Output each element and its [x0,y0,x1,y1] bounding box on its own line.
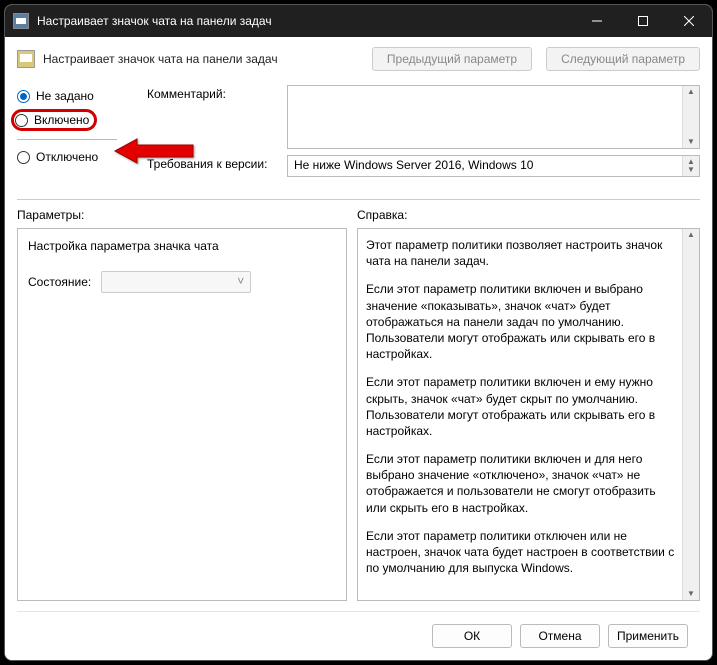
minimize-button[interactable] [574,5,620,37]
policy-header-title: Настраивает значок чата на панели задач [43,52,358,66]
help-text: Если этот параметр политики включен и ем… [366,374,677,439]
radio-enabled[interactable]: Включено [13,111,95,129]
param-title: Настройка параметра значка чата [28,239,336,253]
help-text: Если этот параметр политики включен и вы… [366,281,677,362]
scroll-down-icon: ▼ [687,166,695,174]
help-text: Если этот параметр политики отключен или… [366,528,677,577]
scroll-down-icon: ▼ [687,138,695,146]
radio-label: Не задано [36,89,94,103]
state-label: Состояние: [28,275,91,289]
scroll-up-icon: ▲ [687,231,695,239]
separator [17,199,700,200]
radio-not-configured[interactable]: Не задано [17,89,137,103]
radio-label: Отключено [36,150,98,164]
radio-dot-icon [15,114,28,127]
radio-disabled[interactable]: Отключено [17,150,137,164]
scrollbar[interactable]: ▲▼ [682,86,699,148]
ok-button[interactable]: ОК [432,624,512,648]
previous-setting-button[interactable]: Предыдущий параметр [372,47,532,71]
policy-dialog: Настраивает значок чата на панели задач … [4,4,713,661]
radio-label: Включено [34,113,89,127]
requirements-label: Требования к версии: [147,155,287,177]
policy-icon [13,13,29,29]
help-text: Если этот параметр политики включен и дл… [366,451,677,516]
policy-header-icon [17,50,35,68]
parameters-panel: Настройка параметра значка чата Состояни… [17,228,347,601]
window-title: Настраивает значок чата на панели задач [37,14,574,28]
scrollbar[interactable]: ▲▼ [682,229,699,600]
close-button[interactable] [666,5,712,37]
scroll-up-icon: ▲ [687,88,695,96]
scroll-down-icon: ▼ [687,590,695,598]
params-section-label: Параметры: [17,208,357,222]
apply-button[interactable]: Применить [608,624,688,648]
comment-textarea[interactable]: ▲▼ [287,85,700,149]
comment-label: Комментарий: [147,85,287,149]
scrollbar[interactable]: ▲▼ [682,156,699,176]
next-setting-button[interactable]: Следующий параметр [546,47,700,71]
radio-separator [17,139,117,140]
titlebar: Настраивает значок чата на панели задач [5,5,712,37]
help-text: Этот параметр политики позволяет настрои… [366,237,677,269]
radio-dot-icon [17,90,30,103]
cancel-button[interactable]: Отмена [520,624,600,648]
maximize-button[interactable] [620,5,666,37]
radio-dot-icon [17,151,30,164]
requirements-value: Не ниже Windows Server 2016, Windows 10 [294,158,533,172]
requirements-field: Не ниже Windows Server 2016, Windows 10 … [287,155,700,177]
help-panel: Этот параметр политики позволяет настрои… [357,228,700,601]
help-section-label: Справка: [357,208,407,222]
state-dropdown[interactable] [101,271,251,293]
